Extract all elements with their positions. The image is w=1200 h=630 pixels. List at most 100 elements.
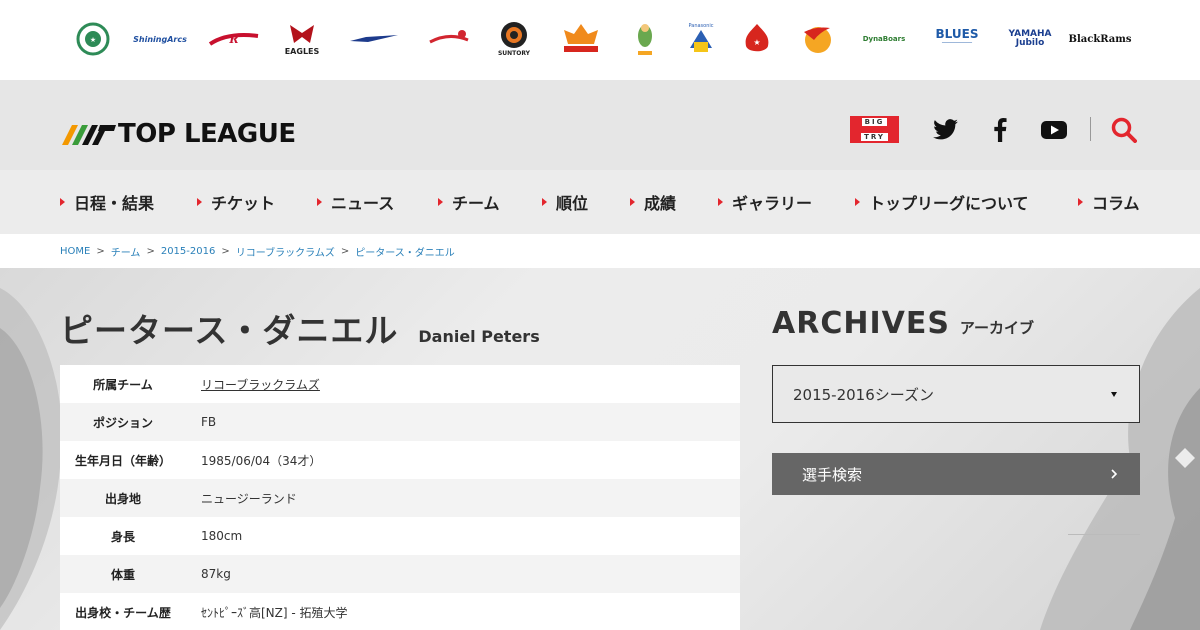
nav-item-gallery[interactable]: ギャラリー: [718, 190, 812, 214]
youtube-icon[interactable]: [1040, 116, 1068, 144]
profile-value: ニュージーランド: [201, 491, 297, 506]
player-main: ピータース・ダニエル Daniel Peters 所属チーム リコーブラックラム…: [0, 268, 1200, 630]
nav-item-team[interactable]: チーム: [438, 190, 500, 214]
nav-item-label: 成績: [644, 194, 677, 213]
table-row: 所属チーム リコーブラックラムズ: [60, 365, 740, 403]
svg-text:★: ★: [90, 36, 96, 44]
nav-bullet-icon: [542, 198, 547, 206]
team-logo-9[interactable]: [630, 20, 660, 58]
breadcrumb-season[interactable]: 2015-2016: [161, 246, 216, 257]
nav-item-label: 順位: [556, 194, 589, 213]
profile-label: 体重: [110, 567, 135, 582]
table-row: 出身校・チーム歴 ｾﾝﾄﾋﾟｰｽﾞ高[NZ] - 拓殖大学: [60, 593, 740, 630]
player-name-en: Daniel Peters: [418, 327, 540, 346]
archives-title-jp: アーカイブ: [959, 319, 1035, 337]
table-row: 生年月日（年齢） 1985/06/04（34才）: [60, 441, 740, 479]
twitter-icon[interactable]: [932, 116, 960, 144]
team-logo-5[interactable]: [348, 20, 400, 58]
nav-item-label: チケット: [211, 194, 276, 213]
team-logo-subtext: ──────────: [941, 40, 973, 46]
team-logo-1[interactable]: ★: [76, 20, 110, 58]
team-logo-text: SUNTORY: [497, 49, 531, 57]
profile-value: 1985/06/04（34才）: [201, 453, 322, 468]
facebook-icon[interactable]: [986, 116, 1014, 144]
team-logo-2[interactable]: ShiningArcs: [133, 20, 187, 58]
profile-value: 180cm: [201, 529, 243, 543]
team-logo-16[interactable]: BlackRams: [1069, 20, 1132, 58]
breadcrumb-club[interactable]: リコーブラックラムズ: [236, 244, 335, 259]
profile-label: 身長: [110, 529, 135, 544]
player-search-label: 選手検索: [802, 465, 863, 484]
team-logo-4[interactable]: EAGLES: [284, 20, 320, 58]
nav-bullet-icon: [1078, 198, 1083, 206]
brand-text: TOP LEAGUE: [118, 119, 296, 149]
season-select[interactable]: 2015-2016シーズン: [772, 365, 1140, 423]
nav-bullet-icon: [197, 198, 202, 206]
team-logo-11[interactable]: ★: [740, 20, 774, 58]
svg-text:★: ★: [753, 38, 760, 47]
team-logo-15[interactable]: YAMAHA Jubilo: [1006, 20, 1054, 58]
nav-item-ticket[interactable]: チケット: [197, 190, 275, 214]
team-logo-12[interactable]: [800, 20, 834, 58]
breadcrumb-team[interactable]: チーム: [111, 244, 141, 259]
header-divider: [1090, 117, 1091, 141]
profile-value: リコーブラックラムズ: [186, 365, 740, 403]
team-logo-text: BLUES: [935, 27, 979, 41]
player-search-button[interactable]: 選手検索: [772, 453, 1140, 495]
chevron-right-icon: [1111, 469, 1118, 479]
team-logo-strip: ★ ShiningArcs R EAGLES SUNTORY Panasonic…: [0, 0, 1200, 80]
profile-value: 87kg: [201, 567, 231, 581]
nav-bullet-icon: [60, 198, 65, 206]
nav-bullet-icon: [317, 198, 322, 206]
nav-item-label: トップリーグについて: [869, 194, 1029, 213]
nav-item-label: ギャラリー: [732, 194, 813, 213]
profile-label: 出身校・チーム歴: [75, 605, 171, 620]
player-name: ピータース・ダニエル Daniel Peters: [60, 304, 540, 352]
top-league-logo[interactable]: TOP LEAGUE: [60, 120, 296, 148]
archives-title-en: ARCHIVES: [772, 306, 950, 341]
nav-item-stats[interactable]: 成績: [630, 190, 676, 214]
top-league-mark-icon: [62, 125, 116, 145]
breadcrumb-home[interactable]: HOME: [60, 246, 90, 257]
table-row: 体重 87kg: [60, 555, 740, 593]
breadcrumb-separator: >: [221, 246, 230, 257]
team-link[interactable]: リコーブラックラムズ: [201, 378, 320, 392]
team-logo-3[interactable]: R: [208, 20, 260, 58]
profile-label: 出身地: [104, 491, 141, 506]
nav-item-standings[interactable]: 順位: [542, 190, 588, 214]
team-logo-6[interactable]: [426, 20, 472, 58]
player-profile-table: 所属チーム リコーブラックラムズ ポジション FB 生年月日（年齢） 1985/…: [60, 365, 740, 630]
nav-item-column[interactable]: コラム: [1078, 190, 1140, 214]
team-logo-text: ShiningArcs: [133, 34, 187, 44]
big-try-bottom-text: TRY: [861, 133, 888, 141]
breadcrumb-current[interactable]: ピータース・ダニエル: [355, 244, 455, 259]
nav-bullet-icon: [438, 198, 443, 206]
svg-text:R: R: [228, 33, 238, 46]
team-logo-text: BlackRams: [1068, 33, 1132, 45]
team-logo-7[interactable]: SUNTORY: [496, 20, 532, 58]
team-logo-8[interactable]: [558, 20, 604, 58]
chevron-down-icon: [1111, 392, 1117, 397]
nav-item-label: ニュース: [331, 194, 395, 213]
table-row: ポジション FB: [60, 403, 740, 441]
team-logo-13[interactable]: DynaBoars: [860, 20, 908, 58]
nav-bullet-icon: [855, 198, 860, 206]
nav-item-label: 日程・結果: [74, 194, 155, 213]
nav-item-schedule[interactable]: 日程・結果: [60, 190, 154, 214]
team-logo-text: YAMAHA Jubilo: [1008, 29, 1052, 48]
profile-value: ｾﾝﾄﾋﾟｰｽﾞ高[NZ] - 拓殖大学: [201, 605, 348, 620]
site-header: TOP LEAGUE BIG TRY: [0, 80, 1200, 170]
profile-label: ポジション: [92, 415, 153, 430]
nav-item-about[interactable]: トップリーグについて: [855, 190, 1029, 214]
team-logo-10[interactable]: Panasonic: [686, 20, 716, 58]
sidebar-divider: [1068, 534, 1140, 535]
nav-bullet-icon: [718, 198, 723, 206]
breadcrumb-separator: >: [96, 246, 105, 257]
team-logo-14[interactable]: BLUES ──────────: [932, 20, 982, 58]
profile-value: FB: [201, 415, 217, 429]
team-logo-text: DynaBoars: [862, 34, 906, 43]
nav-item-news[interactable]: ニュース: [317, 190, 394, 214]
big-try-banner[interactable]: BIG TRY: [850, 116, 899, 143]
breadcrumb-separator: >: [340, 246, 350, 257]
search-icon[interactable]: [1110, 116, 1138, 144]
